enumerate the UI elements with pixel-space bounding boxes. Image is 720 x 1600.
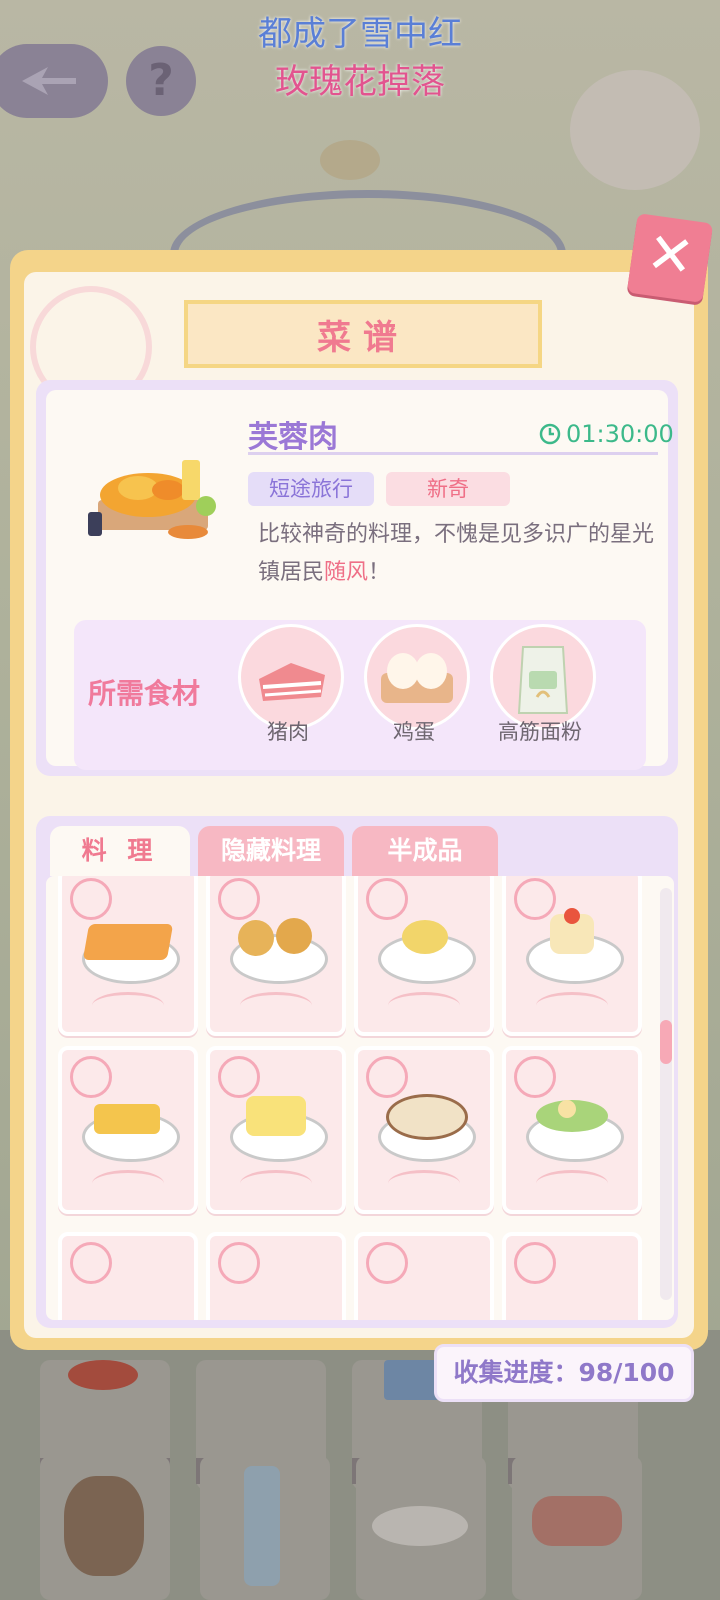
tab-hidden-dishes[interactable]: 隐藏料理 (198, 826, 344, 876)
recipe-badge-icon (218, 1056, 260, 1098)
recipe-badge-icon (70, 878, 112, 920)
ingredients-label: 所需食材 (88, 677, 201, 710)
recipe-card[interactable] (58, 1046, 198, 1214)
recipe-badge-icon (514, 878, 556, 920)
dish-image (78, 440, 228, 560)
wreath-icon (240, 1170, 312, 1197)
scrollbar-thumb[interactable] (660, 1020, 672, 1064)
ingredient-flour[interactable] (490, 624, 596, 730)
recipe-badge-icon (70, 1056, 112, 1098)
sack-icon (64, 1476, 144, 1576)
recipe-badge-icon (366, 878, 408, 920)
recipe-badge-icon (366, 1056, 408, 1098)
crepe-dish-icon (82, 924, 174, 960)
tab-dishes[interactable]: 料 理 (50, 826, 190, 876)
recipe-badge-icon (366, 1242, 408, 1284)
strawberry-icon (68, 1360, 138, 1390)
egg-icon (558, 1100, 576, 1118)
ingredient-name: 鸡蛋 (393, 720, 435, 744)
wreath-icon (388, 1170, 460, 1197)
clock-icon (539, 423, 561, 445)
cheese-icon (246, 1096, 306, 1136)
recipe-card[interactable] (502, 876, 642, 1036)
recipe-grid (46, 876, 674, 1320)
eggs-benedict-icon (402, 920, 448, 954)
milk-icon (384, 1360, 440, 1400)
recipe-badge-icon (514, 1056, 556, 1098)
recipe-card[interactable] (502, 1046, 642, 1214)
wreath-icon (240, 992, 312, 1019)
recipe-card[interactable] (354, 876, 494, 1036)
soup-bowl-icon (386, 1094, 468, 1140)
wreath-icon (536, 1170, 608, 1197)
lyric-line-1: 都成了雪中红 (258, 14, 462, 54)
ingredient-egg[interactable] (364, 624, 470, 730)
description-text: 比较神奇的料理，不愧是见多识广的星光镇居民 (258, 522, 655, 585)
description-end: ！ (368, 560, 391, 585)
recipe-badge-icon (218, 878, 260, 920)
bacon-icon (532, 1496, 622, 1546)
wreath-icon (388, 992, 460, 1019)
flour-bag-icon (517, 646, 569, 714)
title-ribbon: 菜谱 (184, 300, 542, 368)
bg-slot (356, 1456, 486, 1600)
bun-dish-icon (238, 920, 274, 956)
ingredient-name: 猪肉 (267, 720, 309, 744)
tamagoyaki-icon (94, 1104, 160, 1134)
lyric-line-2: 玫瑰花掉落 (275, 62, 445, 102)
recipe-badge-icon (70, 1242, 112, 1284)
egg-carton-icon (381, 653, 453, 703)
dish-description: 比较神奇的料理，不愧是见多识广的星光镇居民随风！ (258, 516, 658, 592)
recipe-badge-icon (218, 1242, 260, 1284)
bg-slot (200, 1456, 330, 1600)
divider (248, 452, 658, 455)
close-button[interactable]: ✕ (626, 213, 714, 303)
pork-icon (259, 663, 325, 701)
water-bottle-icon (244, 1466, 280, 1586)
tag-novelty: 新奇 (386, 472, 510, 506)
wreath-icon (92, 1170, 164, 1197)
bell-icon (320, 140, 380, 180)
description-highlight: 随风 (324, 560, 369, 585)
bg-slot (40, 1456, 170, 1600)
page-title: 菜谱 (317, 317, 409, 358)
help-button[interactable]: ? (126, 46, 196, 116)
back-arrow-icon (22, 67, 76, 95)
back-button[interactable] (0, 44, 108, 118)
recipe-card[interactable] (502, 1232, 642, 1320)
recipe-badge-icon (514, 1242, 556, 1284)
cook-time: 01:30:00 (566, 420, 674, 448)
scrollbar-track[interactable] (660, 888, 672, 1300)
ingredient-pork[interactable] (238, 624, 344, 730)
recipe-card[interactable] (354, 1232, 494, 1320)
tag-travel: 短途旅行 (248, 472, 374, 506)
recipe-card[interactable] (206, 876, 346, 1036)
wreath-icon (536, 992, 608, 1019)
recipe-card[interactable] (58, 1232, 198, 1320)
collection-progress: 收集进度：98/100 (434, 1344, 694, 1402)
tab-semi-finished[interactable]: 半成品 (352, 826, 498, 876)
dish-name: 芙蓉肉 (248, 420, 338, 455)
wreath-icon (92, 992, 164, 1019)
recipe-card[interactable] (354, 1046, 494, 1214)
bg-slot (512, 1456, 642, 1600)
recipe-card[interactable] (58, 876, 198, 1036)
ingredient-name: 高筋面粉 (498, 720, 582, 744)
recipe-card[interactable] (206, 1232, 346, 1320)
bun-dish-icon (276, 918, 312, 954)
strawberry-icon (564, 908, 580, 924)
plate-icon (372, 1506, 468, 1546)
cook-timer: 01:30:00 (538, 420, 674, 448)
recipe-card[interactable] (206, 1046, 346, 1214)
